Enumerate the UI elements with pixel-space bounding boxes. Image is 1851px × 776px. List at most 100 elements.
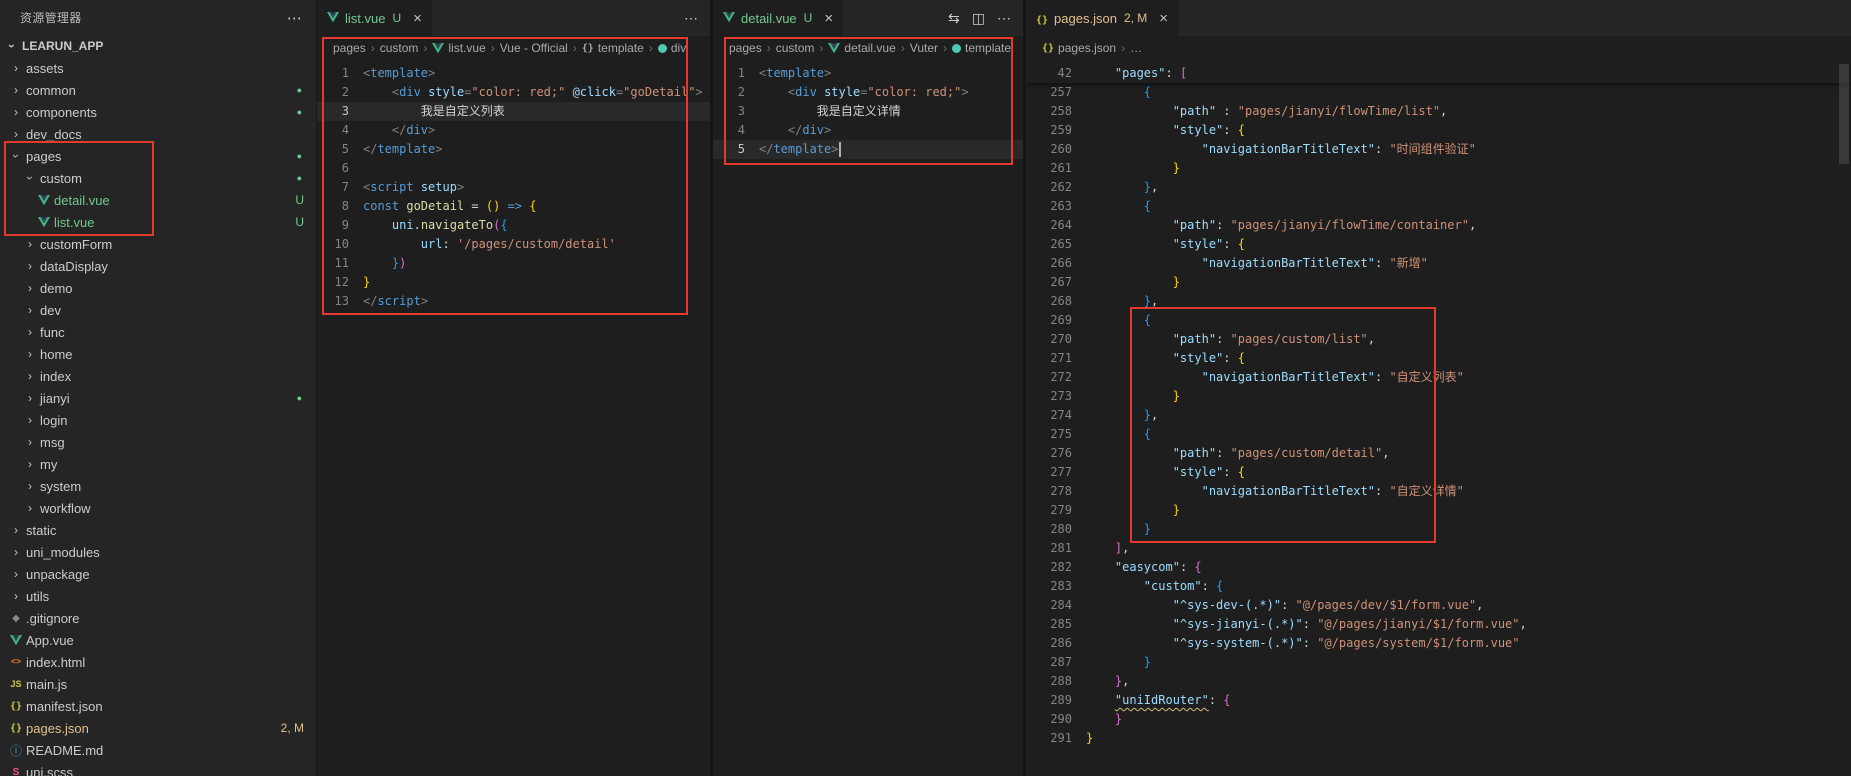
tab-list-vue[interactable]: list.vue U × — [317, 0, 433, 36]
more-actions-icon[interactable]: ⋯ — [287, 9, 302, 27]
code-editor[interactable]: 42 "pages": [257 {258 "path" : "pages/ji… — [1026, 60, 1851, 776]
code-line[interactable]: 5</template> — [317, 140, 710, 159]
code-line[interactable]: 2 <div style="color: red;" @click="goDet… — [317, 83, 710, 102]
code-line[interactable]: 8const goDetail = () => { — [317, 197, 710, 216]
code-line[interactable]: 273 } — [1026, 387, 1851, 406]
tree-folder-index[interactable]: ›index — [0, 365, 316, 387]
breadcrumb-item[interactable]: list.vue — [432, 41, 485, 55]
code-editor[interactable]: 1<template>2 <div style="color: red;">3 … — [713, 60, 1023, 776]
code-line[interactable]: 277 "style": { — [1026, 463, 1851, 482]
code-line[interactable]: 13</script> — [317, 292, 710, 311]
tree-folder-msg[interactable]: ›msg — [0, 431, 316, 453]
code-line[interactable]: 267 } — [1026, 273, 1851, 292]
tree-folder-system[interactable]: ›system — [0, 475, 316, 497]
code-line[interactable]: 7<script setup> — [317, 178, 710, 197]
tree-folder-func[interactable]: ›func — [0, 321, 316, 343]
code-line[interactable]: 287 } — [1026, 653, 1851, 672]
tree-folder-static[interactable]: ›static — [0, 519, 316, 541]
code-editor[interactable]: 1<template>2 <div style="color: red;" @c… — [317, 60, 710, 776]
tree-file-App.vue[interactable]: App.vue — [0, 629, 316, 651]
code-line[interactable]: 258 "path" : "pages/jianyi/flowTime/list… — [1026, 102, 1851, 121]
code-line[interactable]: 5</template> — [713, 140, 1023, 159]
tree-folder-demo[interactable]: ›demo — [0, 277, 316, 299]
code-line[interactable]: 257 { — [1026, 83, 1851, 102]
tab-pages-json[interactable]: {} pages.json 2, M × — [1026, 0, 1179, 36]
code-line[interactable]: 280 } — [1026, 520, 1851, 539]
breadcrumb-item[interactable]: … — [1130, 41, 1142, 55]
code-line[interactable]: 271 "style": { — [1026, 349, 1851, 368]
tree-folder-utils[interactable]: ›utils — [0, 585, 316, 607]
code-line[interactable]: 42 "pages": [ — [1026, 64, 1851, 83]
code-line[interactable]: 260 "navigationBarTitleText": "时间组件验证" — [1026, 140, 1851, 159]
tree-file-uni.scss[interactable]: Suni.scss — [0, 761, 316, 776]
code-line[interactable]: 282 "easycom": { — [1026, 558, 1851, 577]
breadcrumb-item[interactable]: div — [658, 41, 686, 55]
code-line[interactable]: 278 "navigationBarTitleText": "自定义详情" — [1026, 482, 1851, 501]
breadcrumb-item[interactable]: {}pages.json — [1042, 41, 1116, 55]
code-line[interactable]: 262 }, — [1026, 178, 1851, 197]
split-editor-icon[interactable]: ◫ — [972, 10, 985, 27]
breadcrumb-item[interactable]: template — [952, 41, 1011, 55]
code-line[interactable]: 10 url: '/pages/custom/detail' — [317, 235, 710, 254]
close-icon[interactable]: × — [413, 11, 422, 26]
close-icon[interactable]: × — [1159, 11, 1168, 26]
tree-folder-assets[interactable]: ›assets — [0, 57, 316, 79]
tree-file-.gitignore[interactable]: ◆.gitignore — [0, 607, 316, 629]
code-line[interactable]: 286 "^sys-system-(.*)": "@/pages/system/… — [1026, 634, 1851, 653]
tree-folder-login[interactable]: ›login — [0, 409, 316, 431]
code-line[interactable]: 4 </div> — [317, 121, 710, 140]
code-line[interactable]: 264 "path": "pages/jianyi/flowTime/conta… — [1026, 216, 1851, 235]
tree-folder-pages[interactable]: ›pages● — [0, 145, 316, 167]
code-line[interactable]: 274 }, — [1026, 406, 1851, 425]
code-line[interactable]: 269 { — [1026, 311, 1851, 330]
tree-folder-dev[interactable]: ›dev — [0, 299, 316, 321]
tree-folder-uni_modules[interactable]: ›uni_modules — [0, 541, 316, 563]
tree-file-main.js[interactable]: JSmain.js — [0, 673, 316, 695]
code-line[interactable]: 275 { — [1026, 425, 1851, 444]
code-line[interactable]: 272 "navigationBarTitleText": "自定义列表" — [1026, 368, 1851, 387]
scrollbar-thumb[interactable] — [1839, 64, 1849, 164]
code-line[interactable]: 279 } — [1026, 501, 1851, 520]
code-line[interactable]: 261 } — [1026, 159, 1851, 178]
code-line[interactable]: 1<template> — [317, 64, 710, 83]
open-changes-icon[interactable]: ⇆ — [948, 10, 960, 27]
tree-file-index.html[interactable]: <>index.html — [0, 651, 316, 673]
tree-folder-my[interactable]: ›my — [0, 453, 316, 475]
tree-folder-custom[interactable]: ›custom● — [0, 167, 316, 189]
tree-folder-dev_docs[interactable]: ›dev_docs — [0, 123, 316, 145]
code-line[interactable]: 9 uni.navigateTo({ — [317, 216, 710, 235]
tab-detail-vue[interactable]: detail.vue U × — [713, 0, 844, 36]
tree-folder-common[interactable]: ›common● — [0, 79, 316, 101]
code-line[interactable]: 284 "^sys-dev-(.*)": "@/pages/dev/$1/for… — [1026, 596, 1851, 615]
code-line[interactable]: 4 </div> — [713, 121, 1023, 140]
breadcrumb-item[interactable]: custom — [380, 41, 419, 55]
code-line[interactable]: 283 "custom": { — [1026, 577, 1851, 596]
code-line[interactable]: 281 ], — [1026, 539, 1851, 558]
breadcrumb-item[interactable]: custom — [776, 41, 815, 55]
tree-folder-customForm[interactable]: ›customForm — [0, 233, 316, 255]
breadcrumb-item[interactable]: Vue - Official — [500, 41, 568, 55]
tree-folder-dataDisplay[interactable]: ›dataDisplay — [0, 255, 316, 277]
code-line[interactable]: 288 }, — [1026, 672, 1851, 691]
tree-folder-jianyi[interactable]: ›jianyi● — [0, 387, 316, 409]
breadcrumb-item[interactable]: pages — [333, 41, 366, 55]
code-line[interactable]: 289 "uniIdRouter": { — [1026, 691, 1851, 710]
close-icon[interactable]: × — [824, 11, 833, 26]
code-line[interactable]: 3 我是自定义详情 — [713, 102, 1023, 121]
code-line[interactable]: 11 }) — [317, 254, 710, 273]
code-line[interactable]: 270 "path": "pages/custom/list", — [1026, 330, 1851, 349]
code-line[interactable]: 285 "^sys-jianyi-(.*)": "@/pages/jianyi/… — [1026, 615, 1851, 634]
code-line[interactable]: 263 { — [1026, 197, 1851, 216]
code-line[interactable]: 265 "style": { — [1026, 235, 1851, 254]
tree-folder-components[interactable]: ›components● — [0, 101, 316, 123]
tree-file-detail.vue[interactable]: detail.vueU — [0, 189, 316, 211]
breadcrumb-item[interactable]: detail.vue — [828, 41, 895, 55]
tree-folder-unpackage[interactable]: ›unpackage — [0, 563, 316, 585]
code-line[interactable]: 276 "path": "pages/custom/detail", — [1026, 444, 1851, 463]
code-line[interactable]: 1<template> — [713, 64, 1023, 83]
tree-folder-workflow[interactable]: ›workflow — [0, 497, 316, 519]
more-actions-icon[interactable]: ⋯ — [997, 10, 1011, 27]
code-line[interactable]: 291} — [1026, 729, 1851, 748]
code-line[interactable]: 6 — [317, 159, 710, 178]
code-line[interactable]: 259 "style": { — [1026, 121, 1851, 140]
